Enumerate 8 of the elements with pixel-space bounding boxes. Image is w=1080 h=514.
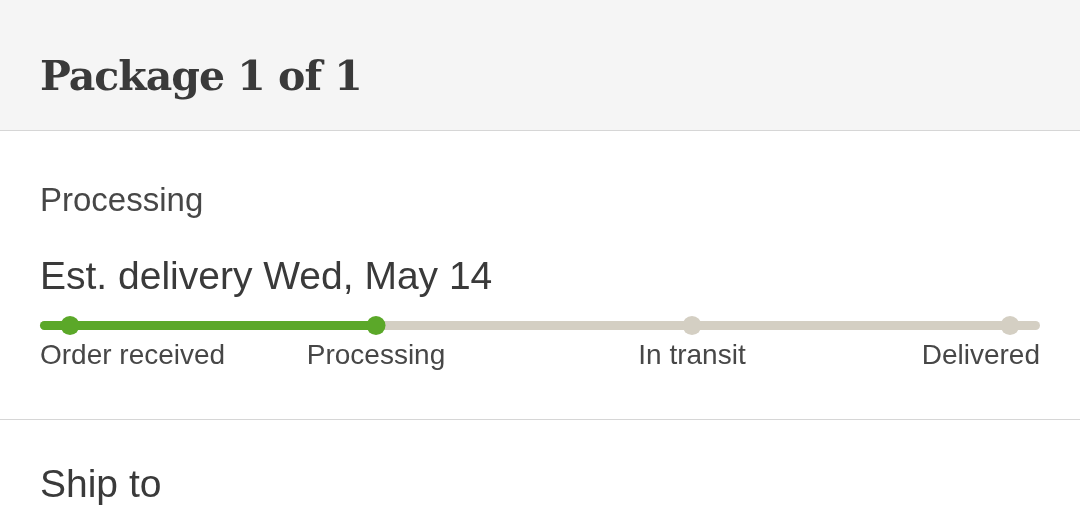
status-label: Processing	[40, 180, 204, 220]
step-label: In transit	[638, 338, 746, 372]
delivery-estimate: Est. delivery Wed, May 14	[40, 253, 493, 299]
step-label: Processing	[306, 338, 446, 372]
step-label: Delivered	[921, 338, 1040, 372]
package-title: Package 1 of 1	[40, 51, 362, 102]
ship-to-heading: Ship to	[40, 461, 162, 507]
step-label: Order received	[40, 338, 226, 372]
